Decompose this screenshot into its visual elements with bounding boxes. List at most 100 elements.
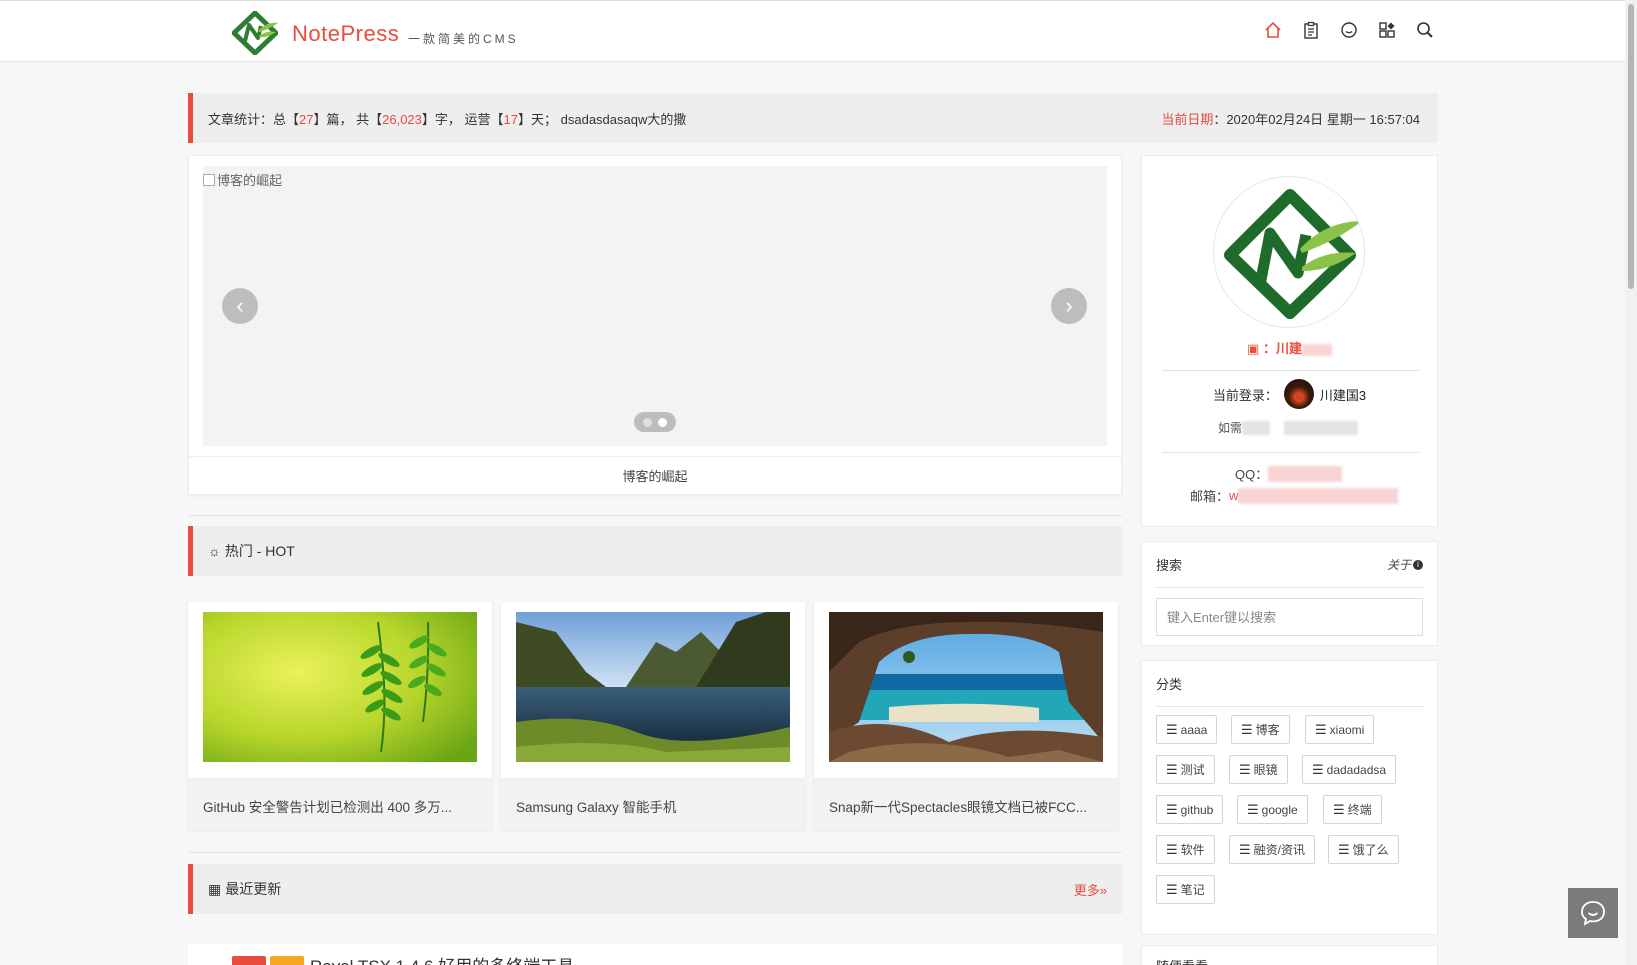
category-widget-title: 分类 [1156,677,1183,692]
list-icon: ☰ [1247,801,1259,817]
search-widget-header: 搜索 关于 i [1156,542,1423,588]
category-tag[interactable]: ☰ aaaa [1156,715,1218,744]
stats-label: 文章统计： [208,111,274,127]
carousel-dot[interactable] [643,417,652,427]
header-nav [1262,19,1436,41]
category-label: google [1261,802,1298,817]
user-avatar[interactable] [1283,379,1314,409]
about-link[interactable]: 关于 i [1387,556,1423,573]
site-title[interactable]: NotePress [292,21,399,47]
search-widget-title: 搜索 [1156,558,1183,573]
sun-icon: ☼ [208,543,221,559]
chat-icon[interactable] [1338,19,1360,41]
category-tag[interactable]: ☰ 眼镜 [1229,755,1288,784]
search-input[interactable] [1156,598,1423,636]
divider [188,515,1122,516]
carousel-dot-active[interactable] [658,417,667,427]
category-label: 眼镜 [1253,763,1278,777]
site-subtitle: 一款简美的CMS [408,32,519,46]
hot-article-title[interactable]: GitHub 安全警告计划已检测出 400 多万... [203,796,477,816]
category-tag[interactable]: ☰ 博客 [1231,715,1290,744]
category-tag[interactable]: ☰ 饿了么 [1328,835,1399,864]
list-icon: ☰ [1166,801,1178,817]
random-posts-widget: 随便看看 [1141,945,1438,965]
more-link[interactable]: 更多» [1074,880,1107,899]
login-username[interactable]: 川建国3 [1320,385,1366,404]
home-icon[interactable] [1262,19,1284,41]
list-icon: ☰ [1312,761,1324,777]
author-avatar[interactable] [1213,176,1365,328]
blurred-text [1242,420,1271,435]
recent-article-title[interactable]: Royal TSX 1.4.6 好用的多终端工具 [310,952,574,965]
current-login: 当前登录： 川建国3 [1142,379,1437,409]
category-tag[interactable]: ☰ 融资/资讯 [1229,835,1315,864]
article-stats: 文章统计：总【27】篇， 共【26,023】字， 运营【17】天； dsadas… [208,109,686,128]
qq-contact: QQ： [1235,464,1343,483]
chat-bubble-icon [1581,901,1605,926]
category-label: 饿了么 [1352,843,1389,857]
category-tag[interactable]: ☰ xiaomi [1305,715,1375,744]
category-tag[interactable]: ☰ google [1237,795,1308,824]
category-tag[interactable]: ☰ 终端 [1323,795,1382,824]
article-tag-badge [232,956,266,965]
email-value[interactable]: w [1229,488,1238,503]
info-icon: i [1413,559,1423,570]
category-label: 博客 [1255,723,1280,737]
category-tag[interactable]: ☰ 笔记 [1156,875,1215,904]
category-label: 融资/资讯 [1253,843,1305,857]
article-thumbnail[interactable] [516,612,790,762]
hot-article-card[interactable]: Snap新一代Spectacles眼镜文档已被FCC... [814,602,1118,830]
blurred-text [1284,420,1359,435]
category-tag[interactable]: ☰ 软件 [1156,835,1215,864]
hot-article-title[interactable]: Snap新一代Spectacles眼镜文档已被FCC... [829,796,1103,816]
hot-article-title[interactable]: Samsung Galaxy 智能手机 [516,796,790,816]
live-chat-button[interactable] [1568,888,1618,938]
chevron-right-icon: › [1065,293,1073,318]
category-tag[interactable]: ☰ 测试 [1156,755,1215,784]
category-widget-header: 分类 [1156,661,1423,707]
carousel-caption[interactable]: 博客的崛起 [189,456,1121,496]
category-label: 终端 [1347,803,1372,817]
article-count: 27 [299,111,314,127]
category-label: 软件 [1180,843,1205,857]
date-label: 当前日期 [1161,111,1214,127]
list-icon: ☰ [1166,841,1178,857]
carousel-next-button[interactable]: › [1051,288,1087,324]
recent-article-item[interactable]: Royal TSX 1.4.6 好用的多终端工具 [188,944,1122,965]
notepress-logo-icon[interactable] [232,11,278,55]
carousel-slide[interactable]: 博客的崛起 ‹ › [203,166,1107,446]
divider [188,852,1122,853]
divider [1162,370,1419,371]
days-count: 17 [503,111,518,127]
clipboard-icon[interactable] [1300,19,1322,41]
category-label: dadadadsa [1326,762,1387,777]
carousel: 博客的崛起 ‹ › 博客的崛起 [188,155,1122,495]
blurred-text [1238,487,1399,504]
blurred-text [1268,465,1343,482]
author-motto: 如需 [1218,419,1359,436]
search-icon[interactable] [1414,19,1436,41]
recent-section-header: ▦ 最近更新 更多» [188,864,1122,914]
profile-card: ▣ ：川建 当前登录： 川建国3 如需 QQ： 邮箱： w [1141,155,1438,527]
list-icon: ☰ [1166,721,1178,737]
category-tag[interactable]: ☰ github [1156,795,1224,824]
category-widget: 分类 ☰ aaaa ☰ 博客 ☰ xiaomi ☰ 测试 ☰ 眼镜 ☰ dadadadsa … [1141,660,1438,935]
hot-articles: GitHub 安全警告计划已检测出 400 多万... Samsung Gala… [188,602,1122,830]
broken-image-icon: 博客的崛起 [203,170,282,189]
scrollbar-thumb[interactable] [1628,4,1634,289]
apps-icon[interactable] [1376,19,1398,41]
carousel-prev-button[interactable]: ‹ [222,288,258,324]
top-navbar: NotePress 一款简美的CMS [0,0,1637,62]
hot-article-card[interactable]: GitHub 安全警告计划已检测出 400 多万... [188,602,492,830]
list-icon: ☰ [1239,841,1251,857]
list-icon: ☰ [1241,721,1253,737]
email-label: 邮箱： [1190,489,1230,504]
article-thumbnail[interactable] [829,612,1103,762]
hot-article-card[interactable]: Samsung Galaxy 智能手机 [501,602,805,830]
list-icon: ☰ [1315,721,1327,737]
category-tag[interactable]: ☰ dadadadsa [1302,755,1397,784]
article-thumbnail[interactable] [203,612,477,762]
carousel-image-alt: 博客的崛起 [217,173,283,188]
page-scrollbar[interactable] [1625,0,1637,965]
list-icon: ☰ [1239,761,1251,777]
